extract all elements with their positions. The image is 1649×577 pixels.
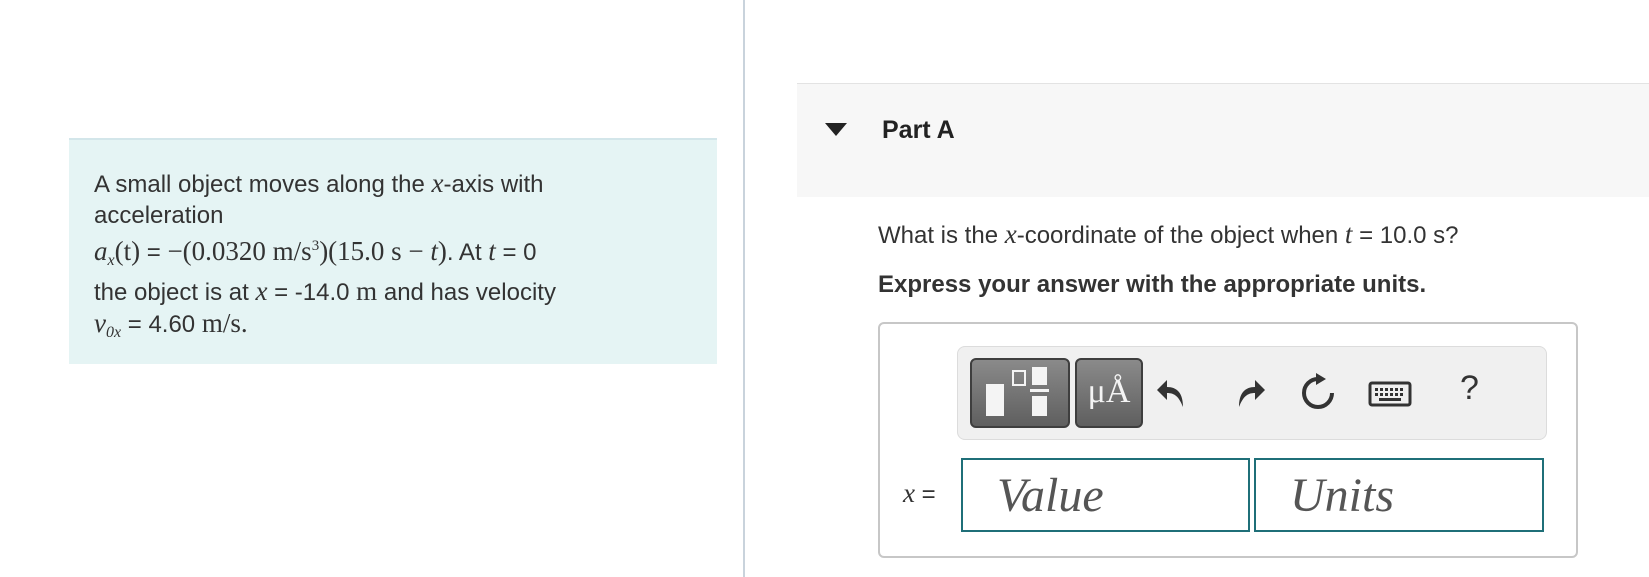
math-eq: = [140,239,168,266]
problem-line-5: v0x = 4.60 m/s. [94,308,692,348]
undo-icon[interactable] [1153,371,1197,415]
question-segment: What is the [878,222,1005,249]
units-button[interactable]: μÅ [1075,358,1143,428]
problem-text: . At [446,239,489,266]
reset-icon[interactable] [1296,371,1340,415]
part-title[interactable]: Part A [882,116,955,145]
math-expr: ) [437,236,447,266]
problem-line-4: the object is at x = -14.0 m and has vel… [94,276,692,308]
problem-text: = 4.60 [121,311,202,338]
question-segment: = 10.0 s? [1352,222,1459,249]
math-var-v: v [94,308,106,338]
redo-icon[interactable] [1225,371,1269,415]
problem-text: the object is at [94,279,256,306]
problem-line-1: A small object moves along the x-axis wi… [94,168,692,200]
problem-pane: A small object moves along the x-axis wi… [0,0,743,577]
equals-sign: = [914,481,936,508]
problem-statement: A small object moves along the x-axis wi… [69,138,717,364]
math-var-t: t [488,236,496,266]
problem-text: = 0 [495,239,537,266]
math-var-t: t [430,236,438,266]
math-unit: m/s. [201,308,248,338]
math-var-x: x [903,478,915,508]
units-icon: μÅ [1087,373,1131,410]
keyboard-icon[interactable] [1368,371,1412,415]
answer-box: μÅ ? x = [878,322,1578,558]
problem-text: -axis with [443,171,544,198]
math-unit: m [356,276,378,306]
templates-button[interactable] [970,358,1070,428]
math-sub: x [107,252,115,269]
question-text: What is the x-coordinate of the object w… [878,219,1459,250]
help-icon[interactable]: ? [1460,369,1479,408]
math-var-a: a [94,236,108,266]
answer-instruction: Express your answer with the appropriate… [878,271,1427,298]
problem-line-2: acceleration [94,202,224,229]
problem-text: A small object moves along the [94,171,432,198]
math-expr: −(0.0320 m/s [167,236,312,266]
math-var-x: x [255,276,268,306]
math-sub: 0x [105,324,122,341]
math-var-x: x [1004,219,1017,249]
problem-line-3: ax(t) = −(0.0320 m/s3)(15.0 s − t). At t… [94,231,692,276]
answer-variable-label: x = [903,478,936,509]
problem-text: = -14.0 [267,279,357,306]
math-expr: )(15.0 s − [319,236,431,266]
value-input[interactable] [961,458,1250,532]
math-arg: (t) [114,236,141,266]
question-segment: -coordinate of the object when [1016,222,1345,249]
units-input[interactable] [1254,458,1544,532]
problem-text: and has velocity [377,279,556,306]
math-var-x: x [431,168,444,198]
question-pane: Part A What is the x-coordinate of the o… [745,0,1649,577]
collapse-caret-icon[interactable] [825,123,847,136]
acceleration-formula: ax(t) [94,236,141,269]
math-toolbar: μÅ ? [957,346,1547,440]
